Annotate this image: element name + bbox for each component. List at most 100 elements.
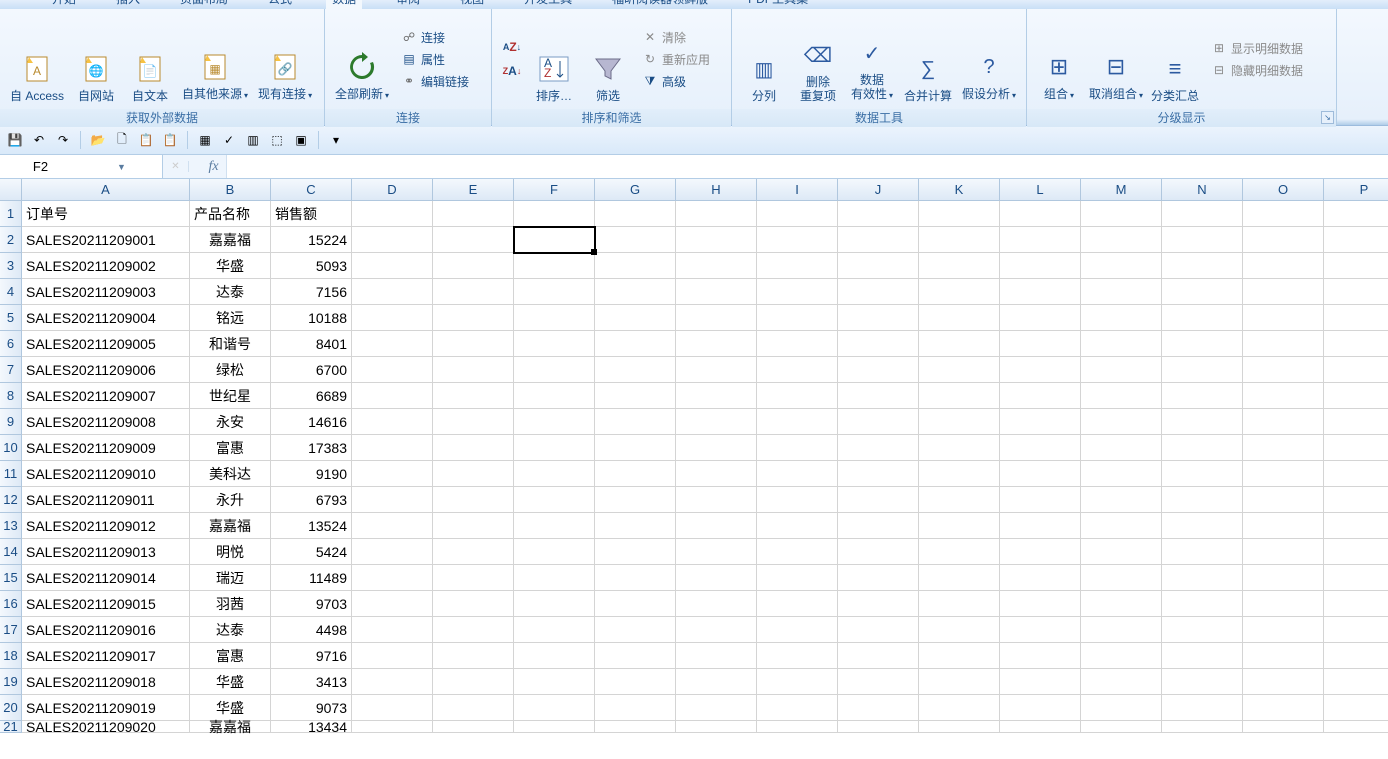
cell[interactable]: 7156 [271,279,352,305]
cell[interactable] [1162,669,1243,695]
cell[interactable] [433,409,514,435]
cell[interactable]: SALES20211209001 [22,227,190,253]
cell[interactable] [1243,461,1324,487]
cell[interactable] [595,461,676,487]
row-header[interactable]: 13 [0,513,22,539]
cell[interactable] [433,357,514,383]
cell[interactable] [1000,643,1081,669]
data-tool-button[interactable]: ⌫删除 重复项 [792,13,844,105]
column-header[interactable]: K [919,179,1000,201]
cell[interactable] [595,227,676,253]
cell[interactable]: 永升 [190,487,271,513]
cell[interactable] [838,227,919,253]
cell[interactable]: 富惠 [190,643,271,669]
cell[interactable] [352,487,433,513]
cell[interactable] [757,721,838,733]
cell[interactable]: 富惠 [190,435,271,461]
cell[interactable] [1081,357,1162,383]
cell[interactable] [514,227,595,253]
cell[interactable] [433,253,514,279]
column-header[interactable]: P [1324,179,1388,201]
row-header[interactable]: 4 [0,279,22,305]
cell[interactable] [757,227,838,253]
cell[interactable] [757,201,838,227]
cell[interactable] [352,201,433,227]
row-header[interactable]: 3 [0,253,22,279]
cell[interactable] [838,643,919,669]
cell[interactable] [1162,487,1243,513]
cell[interactable] [595,565,676,591]
cell[interactable] [676,435,757,461]
cell[interactable] [1000,565,1081,591]
cell[interactable]: 产品名称 [190,201,271,227]
cell[interactable]: 9190 [271,461,352,487]
cell[interactable] [919,487,1000,513]
cell[interactable] [1081,331,1162,357]
cell[interactable] [676,695,757,721]
cell[interactable] [919,565,1000,591]
cell[interactable] [514,461,595,487]
cell[interactable] [514,279,595,305]
cell[interactable]: SALES20211209019 [22,695,190,721]
cell[interactable] [1324,721,1388,733]
cell[interactable] [1081,305,1162,331]
paste-button[interactable]: 📋 [137,131,155,149]
cell[interactable] [352,721,433,733]
cell[interactable] [676,279,757,305]
cell[interactable] [595,721,676,733]
cell[interactable] [838,669,919,695]
column-header[interactable]: M [1081,179,1162,201]
cell[interactable] [433,617,514,643]
tool-button[interactable]: ▦ [196,131,214,149]
clear-filter-button[interactable]: ✕清除 [638,26,714,48]
cell[interactable] [838,279,919,305]
column-header[interactable]: G [595,179,676,201]
cell[interactable] [514,487,595,513]
cell[interactable] [919,227,1000,253]
cell[interactable] [919,279,1000,305]
cell[interactable] [1081,591,1162,617]
cell[interactable] [433,721,514,733]
cell[interactable] [757,487,838,513]
cell[interactable] [1324,227,1388,253]
row-header[interactable]: 6 [0,331,22,357]
paste-special-button[interactable]: 📋 [161,131,179,149]
cell[interactable]: SALES20211209018 [22,669,190,695]
cell[interactable] [514,305,595,331]
cell[interactable] [757,669,838,695]
cell[interactable] [757,435,838,461]
save-button[interactable]: 💾 [6,131,24,149]
filter-button[interactable]: 筛选 [582,13,634,105]
new-button[interactable]: 🗋 [113,131,131,149]
cell[interactable] [595,539,676,565]
cell[interactable] [1162,513,1243,539]
sort-asc-button[interactable]: AZ↓ [500,36,524,58]
cell[interactable] [919,721,1000,733]
cell[interactable] [676,305,757,331]
cell[interactable] [838,461,919,487]
cell[interactable] [1243,279,1324,305]
cell[interactable] [919,383,1000,409]
cell[interactable] [514,721,595,733]
undo-button[interactable]: ↶ [30,131,48,149]
cell[interactable] [1081,201,1162,227]
insert-function-button[interactable]: fx [201,155,227,178]
cell[interactable] [919,461,1000,487]
cell[interactable] [1324,357,1388,383]
cell[interactable]: SALES20211209015 [22,591,190,617]
cell[interactable] [1324,279,1388,305]
cell[interactable] [1000,617,1081,643]
cell[interactable] [676,591,757,617]
cell[interactable]: 华盛 [190,253,271,279]
cell[interactable] [352,643,433,669]
cell[interactable] [1000,409,1081,435]
cell[interactable] [595,383,676,409]
cell[interactable]: 达泰 [190,279,271,305]
cell[interactable] [352,669,433,695]
cell[interactable] [1081,643,1162,669]
cell[interactable] [676,565,757,591]
cell[interactable] [676,669,757,695]
cell[interactable] [838,617,919,643]
cell[interactable]: 铭远 [190,305,271,331]
cell[interactable] [1324,591,1388,617]
